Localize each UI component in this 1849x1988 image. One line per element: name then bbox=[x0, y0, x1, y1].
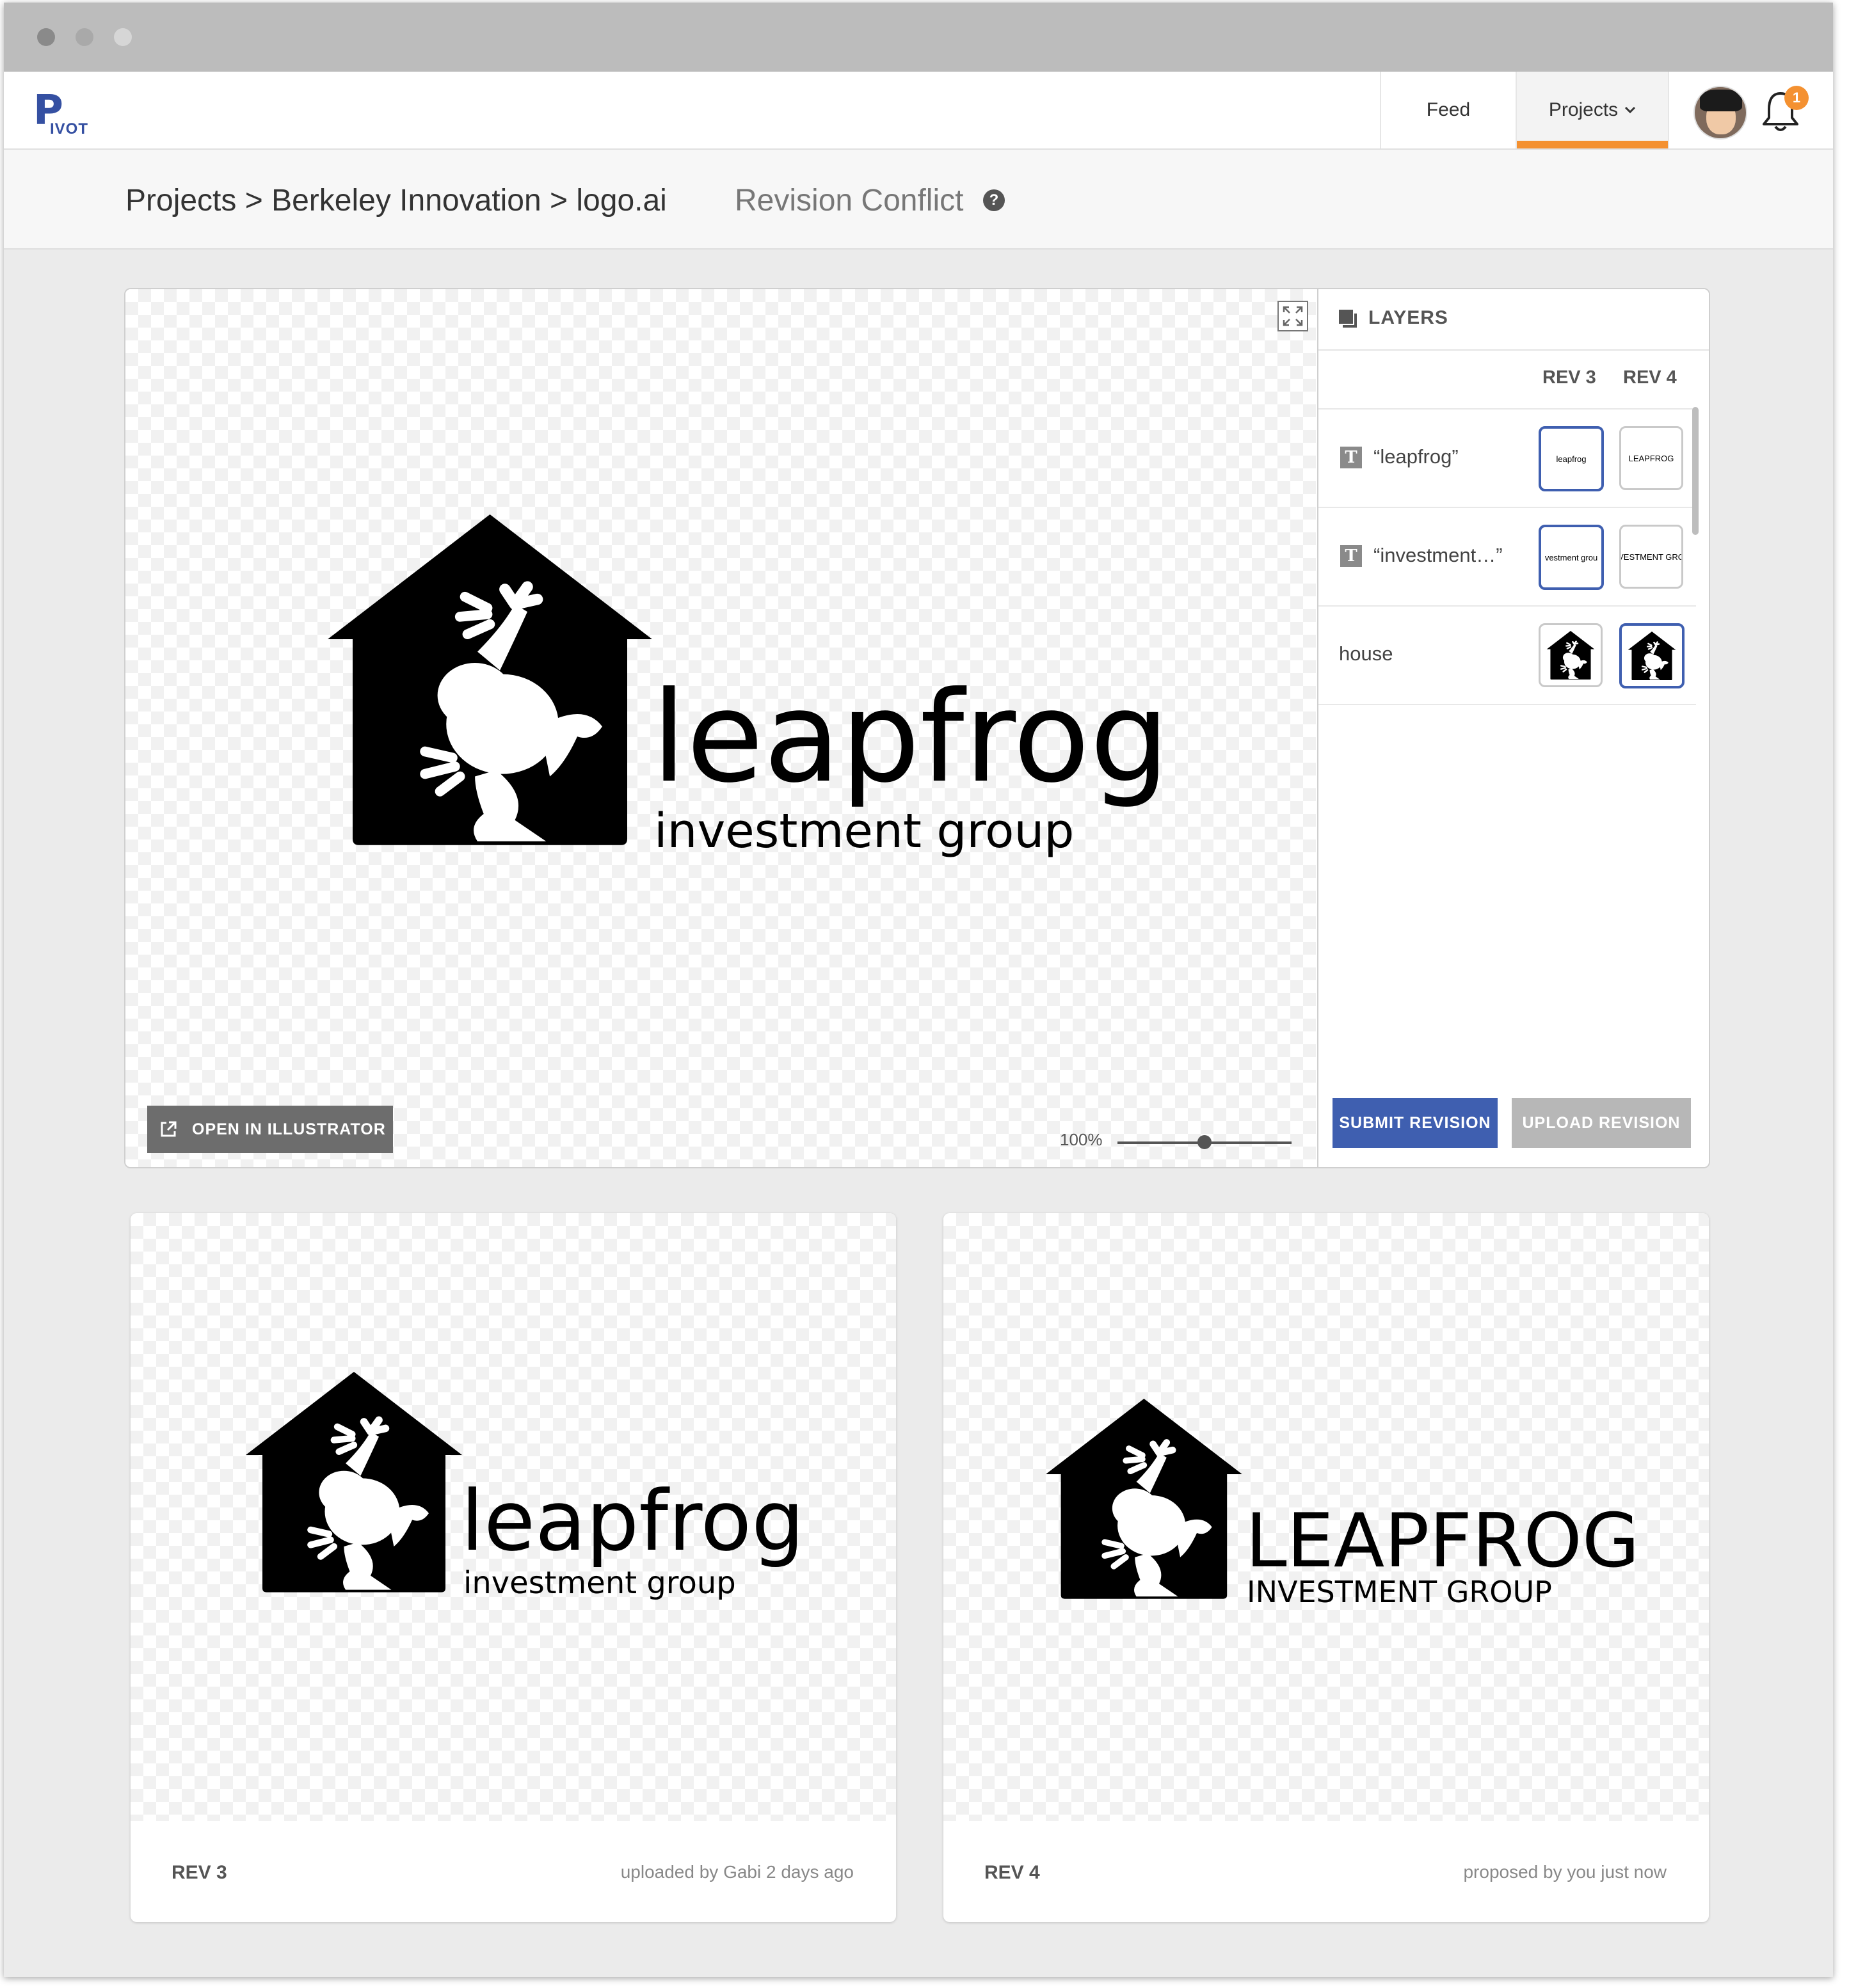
zoom-slider-handle[interactable] bbox=[1197, 1135, 1212, 1149]
revision-editor: leapfrog investment group OPEN IN ILLUST… bbox=[124, 288, 1710, 1168]
nav-feed[interactable]: Feed bbox=[1380, 72, 1516, 148]
text-layer-icon: T bbox=[1340, 545, 1362, 567]
open-in-illustrator-button[interactable]: OPEN IN ILLUSTRATOR bbox=[147, 1106, 393, 1153]
text-layer-icon: T bbox=[1340, 447, 1362, 468]
revision-card-rev3[interactable]: leapfrog investment group REV 3 uploaded… bbox=[131, 1213, 896, 1922]
upload-revision-button[interactable]: UPLOAD REVISION bbox=[1512, 1098, 1691, 1148]
artboard-canvas[interactable]: leapfrog investment group OPEN IN ILLUST… bbox=[125, 289, 1316, 1167]
rev4-thumbnail-house[interactable] bbox=[1619, 623, 1685, 688]
expand-icon[interactable] bbox=[1277, 301, 1308, 331]
rev4-thumbnail-investment[interactable]: VESTMENT GRO bbox=[1619, 525, 1683, 589]
rev3-thumbnail-house[interactable] bbox=[1539, 623, 1603, 687]
nav-feed-label: Feed bbox=[1426, 99, 1471, 120]
open-in-illustrator-label: OPEN IN ILLUSTRATOR bbox=[192, 1120, 386, 1138]
nav-projects[interactable]: Projects bbox=[1516, 72, 1669, 148]
revision-meta: uploaded by Gabi 2 days ago bbox=[620, 1862, 854, 1882]
artwork-name: leapfrog bbox=[652, 665, 1169, 811]
pivot-logo[interactable]: P IVOT bbox=[33, 88, 104, 139]
layer-name: “leapfrog” bbox=[1373, 445, 1459, 468]
layers-header: LAYERS bbox=[1318, 289, 1709, 351]
revision-logo-tagline: INVESTMENT GROUP bbox=[1247, 1575, 1552, 1609]
layer-row-investment[interactable]: T “investment…” vestment grou VESTMENT G… bbox=[1318, 508, 1696, 604]
layer-row-leapfrog[interactable]: T “leapfrog” leapfrog LEAPFROG bbox=[1318, 410, 1696, 505]
layers-panel: LAYERS REV 3 REV 4 T “leapfrog” leapfrog… bbox=[1317, 289, 1709, 1167]
layers-scrollbar[interactable] bbox=[1692, 407, 1699, 535]
revision-logo: leapfrog investment group bbox=[246, 1372, 804, 1601]
nav-projects-label: Projects bbox=[1548, 99, 1619, 120]
divider bbox=[1318, 704, 1696, 705]
close-window-button[interactable] bbox=[37, 28, 55, 46]
artwork-logo: leapfrog investment group bbox=[328, 514, 1169, 859]
rev3-thumbnail-leapfrog[interactable]: leapfrog bbox=[1539, 426, 1604, 491]
rev3-column-header: REV 3 bbox=[1542, 367, 1596, 388]
window-titlebar bbox=[4, 3, 1833, 72]
revision-label: REV 3 bbox=[172, 1862, 227, 1883]
breadcrumb[interactable]: Projects > Berkeley Innovation > logo.ai bbox=[125, 183, 667, 218]
logo-word: IVOT bbox=[50, 120, 89, 138]
house-frog-icon bbox=[1628, 632, 1676, 680]
rev4-column-header: REV 4 bbox=[1623, 367, 1677, 388]
minimize-window-button[interactable] bbox=[76, 28, 93, 46]
revision-meta: proposed by you just now bbox=[1463, 1862, 1667, 1882]
layer-name: “investment…” bbox=[1373, 544, 1503, 566]
thumbnail-text: VESTMENT GRO bbox=[1619, 552, 1683, 562]
revision-logo: LEAPFROG INVESTMENT GROUP bbox=[1046, 1399, 1640, 1609]
top-nav: P IVOT Feed Projects 1 bbox=[4, 72, 1833, 150]
active-tab-indicator bbox=[1517, 141, 1668, 148]
house-frog-icon bbox=[1546, 631, 1595, 680]
submit-revision-button[interactable]: SUBMIT REVISION bbox=[1333, 1098, 1498, 1148]
layer-name: house bbox=[1339, 642, 1393, 665]
artwork-tagline: investment group bbox=[654, 804, 1074, 859]
maximize-window-button[interactable] bbox=[114, 28, 132, 46]
revision-status: Revision Conflict bbox=[735, 184, 964, 218]
help-icon[interactable]: ? bbox=[983, 189, 1005, 211]
layer-row-house[interactable]: house bbox=[1318, 607, 1696, 703]
rev4-thumbnail-leapfrog[interactable]: LEAPFROG bbox=[1619, 426, 1683, 490]
layers-icon bbox=[1339, 310, 1357, 328]
app-window: P IVOT Feed Projects 1 Projects > Berkel… bbox=[4, 3, 1833, 1977]
revision-preview: LEAPFROG INVESTMENT GROUP bbox=[943, 1213, 1709, 1821]
notification-badge: 1 bbox=[1784, 86, 1809, 110]
thumbnail-text: leapfrog bbox=[1556, 454, 1587, 464]
revision-logo-name: leapfrog bbox=[461, 1472, 804, 1570]
rev3-thumbnail-investment[interactable]: vestment grou bbox=[1539, 525, 1604, 590]
chevron-down-icon bbox=[1625, 106, 1636, 114]
layers-title: LAYERS bbox=[1368, 307, 1448, 328]
revision-logo-name: LEAPFROG bbox=[1245, 1498, 1640, 1584]
thumbnail-text: vestment grou bbox=[1544, 552, 1598, 562]
external-link-icon bbox=[161, 1121, 177, 1137]
revision-preview: leapfrog investment group bbox=[131, 1213, 896, 1821]
thumbnail-text: LEAPFROG bbox=[1628, 453, 1674, 463]
revision-logo-tagline: investment group bbox=[463, 1565, 736, 1601]
breadcrumb-bar: Projects > Berkeley Innovation > logo.ai… bbox=[4, 150, 1833, 250]
avatar[interactable] bbox=[1693, 86, 1747, 139]
revision-label: REV 4 bbox=[984, 1862, 1040, 1883]
revision-card-rev4[interactable]: LEAPFROG INVESTMENT GROUP REV 4 proposed… bbox=[943, 1213, 1709, 1922]
zoom-level-label: 100% bbox=[1060, 1130, 1103, 1149]
